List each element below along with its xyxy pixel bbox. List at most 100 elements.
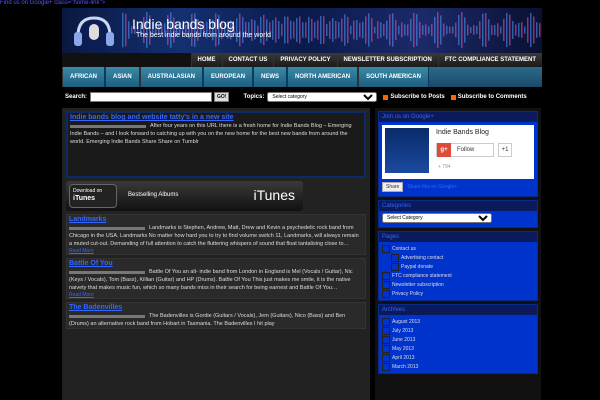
equalizer-bar (122, 12, 124, 48)
equalizer-bar (410, 18, 412, 42)
equalizer-bar (377, 21, 379, 39)
page-link[interactable]: Contact us (382, 244, 534, 253)
equalizer-bar (260, 16, 262, 44)
page-link[interactable]: Privacy Policy (382, 289, 534, 298)
equalizer-bar (305, 22, 307, 38)
post-thumbnail (69, 271, 145, 274)
plus-one-button[interactable]: +1 (498, 143, 512, 157)
site-title[interactable]: Indie bands blog (132, 16, 235, 32)
equalizer-bar (458, 14, 460, 46)
profile-name[interactable]: Indie Bands Blog (436, 129, 489, 136)
equalizer-bar (389, 14, 391, 46)
page-link[interactable]: Paypal donate (382, 262, 534, 271)
headphones-logo (74, 16, 114, 52)
categories-select[interactable]: Select Category (382, 213, 492, 223)
equalizer-bar (356, 20, 358, 40)
nav-contact-us[interactable]: CONTACT US (221, 53, 274, 67)
post-title[interactable]: The Badenvilles (67, 303, 365, 312)
archives-widget: Archives August 2013 July 2013 June 2013 Ma… (378, 304, 538, 374)
equalizer-bar (326, 23, 328, 37)
nav-ftc-compliance[interactable]: FTC COMPLIANCE STATEMENT (437, 53, 542, 67)
archive-link[interactable]: March 2013 (382, 362, 534, 371)
equalizer-bar (419, 21, 421, 39)
equalizer-bar (407, 24, 409, 36)
page-link-label: Advertising contact (401, 254, 444, 261)
archive-link[interactable]: August 2013 (382, 317, 534, 326)
equalizer-bar (296, 18, 298, 42)
archive-link-label: March 2013 (392, 363, 419, 370)
subscribe-comments-link[interactable]: Subscribe to Comments (450, 94, 527, 100)
cat-african[interactable]: AFRICAN (62, 67, 105, 87)
cat-news[interactable]: NEWS (253, 67, 288, 87)
nav-home[interactable]: HOME (190, 53, 222, 67)
equalizer-bar (281, 23, 283, 37)
nav-privacy-policy[interactable]: PRIVACY POLICY (273, 53, 337, 67)
equalizer-bar (404, 24, 406, 36)
post-battle-of-you: Battle Of You Battle Of You an alt- indi… (66, 258, 366, 299)
archive-link[interactable]: June 2013 (382, 335, 534, 344)
equalizer-bar (392, 13, 394, 47)
equalizer-bar (353, 20, 355, 40)
site-header: Indie bands blog The best indie bands fr… (62, 8, 542, 53)
post-title[interactable]: Landmarks (67, 215, 365, 224)
archive-link-label: July 2013 (392, 327, 414, 334)
equalizer-bar (434, 16, 436, 44)
itunes-banner[interactable]: Download on iTunes Bestselling Albums iTu… (66, 181, 303, 211)
read-more-link[interactable]: Read More (67, 248, 365, 254)
equalizer-bar (398, 25, 400, 35)
cat-south-american[interactable]: SOUTH AMERICAN (358, 67, 429, 87)
google-plus-widget: Join us on Google+ Indie Bands Blog g+ Fo… (378, 111, 538, 197)
equalizer-bar (242, 16, 244, 44)
equalizer-bar (422, 25, 424, 35)
subscribe-posts-link[interactable]: Subscribe to Posts (383, 94, 445, 100)
equalizer-bar (272, 20, 274, 40)
post-landmarks: Landmarks Landmarks is Stephen, Andrew, … (66, 214, 366, 255)
equalizer-bar (368, 13, 370, 47)
topics-select[interactable]: Select category (267, 92, 378, 102)
post-title[interactable]: Indie bands blog and website tatty's in … (68, 113, 364, 122)
widget-heading: Join us on Google+ (379, 112, 537, 122)
archive-link[interactable]: April 2013 (382, 353, 534, 362)
equalizer-bar (263, 14, 265, 46)
equalizer-bar (473, 25, 475, 35)
equalizer-bar (476, 26, 478, 34)
share-text[interactable]: Share this on Google+ (407, 184, 457, 190)
equalizer-bar (350, 25, 352, 35)
cat-asian[interactable]: ASIAN (105, 67, 140, 87)
equalizer-bar (437, 12, 439, 48)
cat-north-american[interactable]: NORTH AMERICAN (287, 67, 359, 87)
equalizer-bar (323, 16, 325, 44)
follow-button[interactable]: g+ Follow (436, 143, 494, 157)
cat-european[interactable]: EUROPEAN (203, 67, 254, 87)
equalizer-bar (485, 12, 487, 48)
search-input[interactable] (90, 92, 213, 102)
profile-avatar[interactable] (385, 128, 429, 173)
post-thumbnail (69, 315, 145, 318)
bullet-icon (382, 353, 390, 362)
equalizer-bar (284, 16, 286, 44)
equalizer-bar (413, 12, 415, 48)
archive-link[interactable]: May 2013 (382, 344, 534, 353)
equalizer-bar (416, 14, 418, 46)
archive-link[interactable]: July 2013 (382, 326, 534, 335)
equalizer-bar (539, 23, 541, 37)
equalizer-bar (383, 23, 385, 37)
share-button[interactable]: Share (382, 182, 404, 192)
read-more-link[interactable]: Read More (67, 292, 365, 298)
download-on-itunes-button[interactable]: Download on iTunes (69, 184, 117, 208)
google-plus-link[interactable]: Find us on Google+ class="home-link"> (0, 0, 105, 6)
nav-newsletter-subscription[interactable]: NEWSLETTER SUBSCRIPTION (336, 53, 438, 67)
equalizer-bar (431, 23, 433, 37)
cat-australasian[interactable]: AUSTRALASIAN (139, 67, 204, 87)
archive-link-label: April 2013 (392, 354, 415, 361)
page-link[interactable]: Advertising contact (382, 253, 534, 262)
page-link[interactable]: Newsletter subscription (382, 280, 534, 289)
search-go-button[interactable]: GO! (214, 92, 230, 102)
page-link[interactable]: FTC compliance statement (382, 271, 534, 280)
equalizer-bar (440, 15, 442, 45)
equalizer-bar (446, 25, 448, 35)
bullet-icon (382, 317, 390, 326)
post-title[interactable]: Battle Of You (67, 259, 365, 268)
equalizer-bar (470, 26, 472, 34)
widget-heading: Categories (379, 201, 537, 211)
